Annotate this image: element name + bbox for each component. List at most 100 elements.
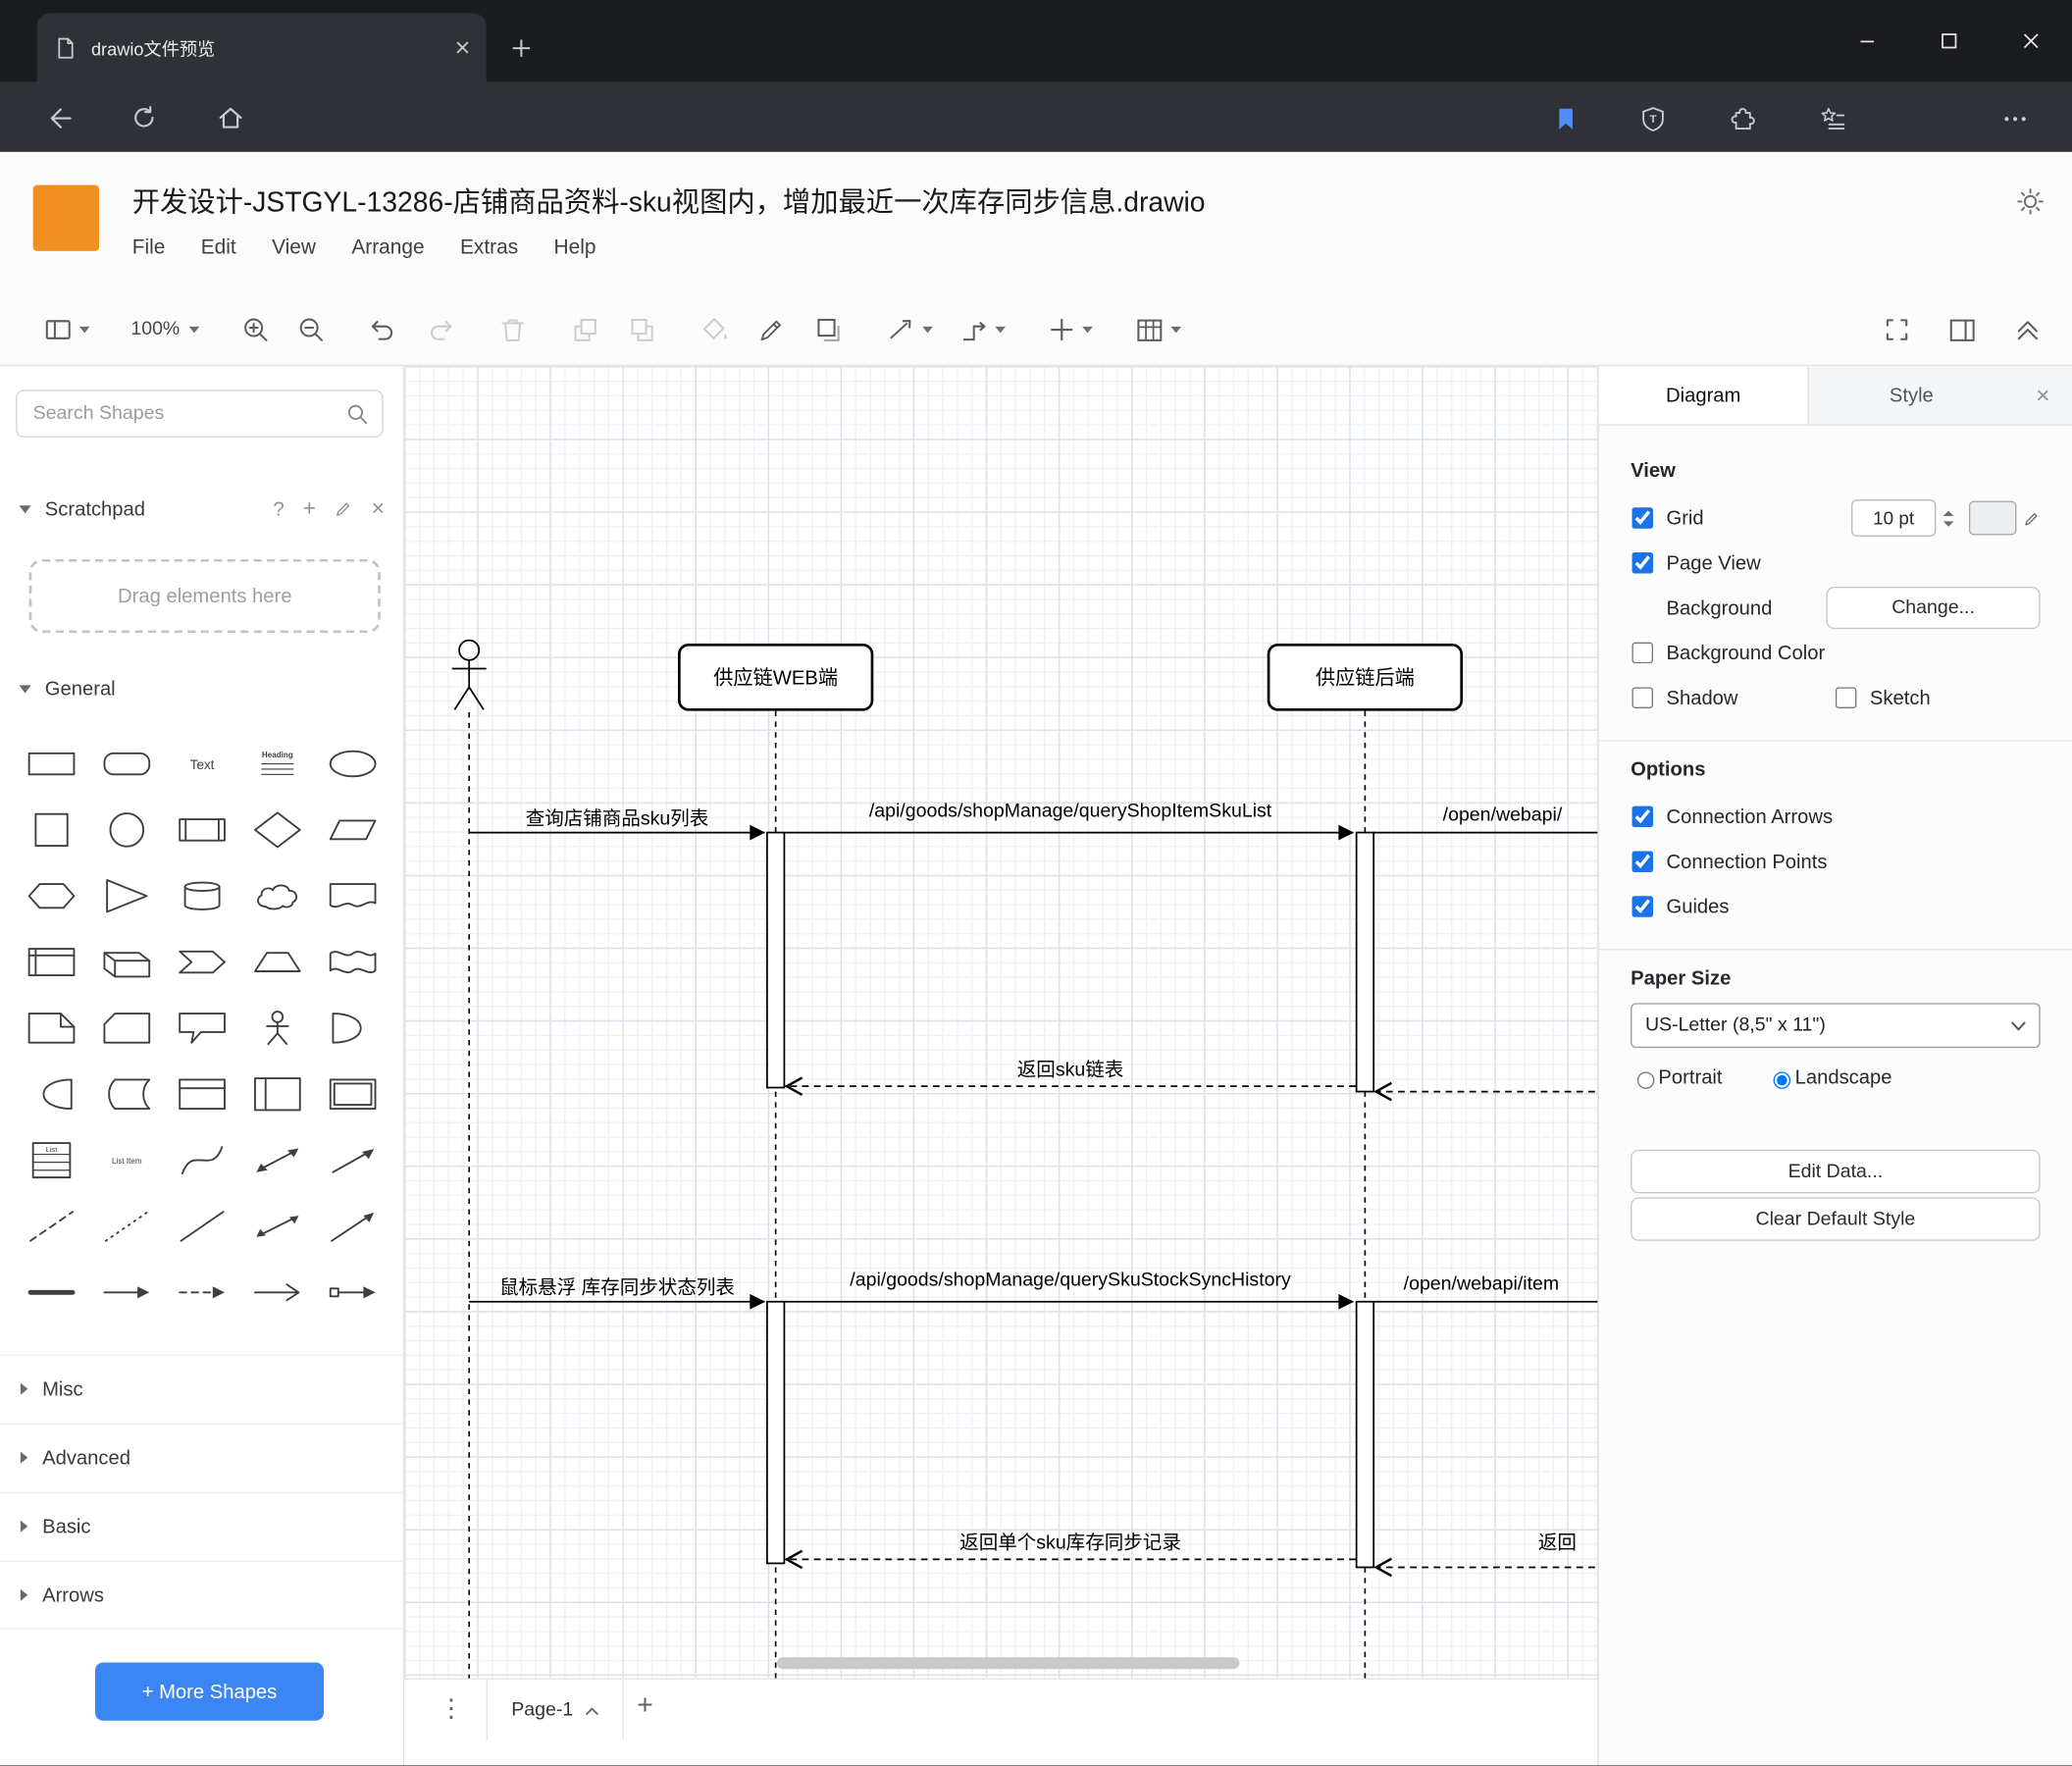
horizontal-scrollbar[interactable] — [777, 1657, 1240, 1670]
shape-dashed-arrow-edge[interactable] — [165, 1260, 240, 1325]
shape-rectangle[interactable] — [13, 731, 88, 797]
undo-button[interactable] — [362, 309, 404, 348]
tab-diagram[interactable]: Diagram — [1598, 366, 1809, 425]
refresh-icon[interactable] — [129, 102, 160, 133]
menu-view[interactable]: View — [272, 236, 316, 260]
shape-ellipse[interactable] — [316, 731, 391, 797]
section-general[interactable]: General — [0, 662, 403, 715]
shape-horizontal-container[interactable] — [316, 1062, 391, 1127]
zoom-level-button[interactable]: 100% — [126, 309, 205, 348]
section-misc[interactable]: Misc — [0, 1354, 403, 1424]
message-label[interactable]: 鼠标悬浮 库存同步状态列表 — [499, 1273, 735, 1300]
shape-list-item[interactable]: List Item — [88, 1127, 164, 1193]
menu-arrange[interactable]: Arrange — [351, 236, 424, 260]
shape-bidirectional-connector[interactable] — [240, 1193, 316, 1259]
shape-circle[interactable] — [88, 797, 164, 862]
guides-checkbox[interactable] — [1632, 896, 1654, 917]
close-window-button[interactable] — [1990, 0, 2072, 82]
shape-bidirectional-arrow[interactable] — [240, 1127, 316, 1193]
shape-parallelogram[interactable] — [316, 797, 391, 862]
section-arrows[interactable]: Arrows — [0, 1560, 403, 1630]
scratchpad-help-icon[interactable]: ? — [274, 497, 285, 520]
view-toggle-button[interactable] — [37, 309, 95, 348]
shape-box-arrow-edge[interactable] — [316, 1260, 391, 1325]
shape-line[interactable] — [165, 1193, 240, 1259]
shape-curve[interactable] — [165, 1127, 240, 1193]
shape-data-storage[interactable] — [88, 1062, 164, 1127]
shape-hexagon[interactable] — [13, 863, 88, 929]
shape-step[interactable] — [165, 929, 240, 995]
connection-style-button[interactable] — [880, 309, 938, 348]
favorites-hub-icon[interactable] — [1816, 102, 1850, 136]
shape-document[interactable] — [316, 863, 391, 929]
message-label[interactable]: 返回 — [1538, 1528, 1577, 1555]
change-background-button[interactable]: Change... — [1826, 587, 2041, 630]
extensions-puzzle-icon[interactable] — [1723, 102, 1757, 136]
fullscreen-button[interactable] — [1877, 310, 1918, 349]
shape-square[interactable] — [13, 797, 88, 862]
shape-cube[interactable] — [88, 929, 164, 995]
bookmark-extension-icon[interactable] — [1549, 102, 1583, 136]
shape-list[interactable]: List — [13, 1127, 88, 1193]
zoom-out-button[interactable] — [290, 309, 332, 348]
message-label[interactable]: /api/goods/shopManage/querySkuStockSyncH… — [850, 1270, 1290, 1291]
more-shapes-button[interactable]: + More Shapes — [94, 1662, 325, 1721]
diagram-canvas[interactable]: 供应链WEB端 供应链后端 查询店铺商品sku列表 /api/goods/sho… — [404, 366, 1598, 1679]
shape-triangle[interactable] — [88, 863, 164, 929]
scratchpad-close-icon[interactable]: × — [372, 495, 385, 522]
shape-cloud[interactable] — [240, 863, 316, 929]
browser-tab[interactable]: drawio文件预览 — [36, 13, 487, 82]
shape-and[interactable] — [13, 1062, 88, 1127]
to-back-button[interactable] — [621, 309, 663, 348]
shape-vertical-container[interactable] — [240, 1062, 316, 1127]
participant-web[interactable]: 供应链WEB端 — [677, 643, 874, 711]
format-panel-toggle-button[interactable] — [1942, 310, 1984, 349]
format-panel-close-icon[interactable]: × — [2013, 366, 2072, 425]
grid-color-edit-icon[interactable] — [2023, 509, 2041, 527]
new-tab-button[interactable] — [502, 29, 540, 67]
shape-arrow[interactable] — [316, 1127, 391, 1193]
message-label[interactable]: /api/goods/shopManage/queryShopItemSkuLi… — [869, 801, 1271, 822]
back-icon[interactable] — [42, 102, 74, 133]
search-input[interactable] — [29, 401, 346, 426]
shape-cylinder[interactable] — [165, 863, 240, 929]
collapse-toolbar-button[interactable] — [2007, 310, 2048, 349]
shape-directional-connector[interactable] — [316, 1193, 391, 1259]
shape-rounded-rectangle[interactable] — [88, 731, 164, 797]
message-label[interactable]: 查询店铺商品sku列表 — [526, 804, 709, 831]
shape-process[interactable] — [165, 797, 240, 862]
shape-actor[interactable] — [240, 995, 316, 1061]
portrait-radio[interactable] — [1636, 1070, 1655, 1089]
shape-callout[interactable] — [165, 995, 240, 1061]
shape-dotted-line[interactable] — [88, 1193, 164, 1259]
tampermonkey-shield-icon[interactable]: T — [1636, 102, 1671, 136]
shape-container[interactable] — [165, 1062, 240, 1127]
portrait-option[interactable]: Portrait — [1631, 1066, 1723, 1089]
page-tab[interactable]: Page-1 — [486, 1679, 624, 1740]
shape-diamond[interactable] — [240, 797, 316, 862]
shape-dashed-line[interactable] — [13, 1193, 88, 1259]
menu-help[interactable]: Help — [554, 236, 596, 260]
shape-internal-storage[interactable] — [13, 929, 88, 995]
grid-checkbox[interactable] — [1632, 507, 1654, 529]
menu-edit[interactable]: Edit — [201, 236, 236, 260]
delete-button[interactable] — [492, 309, 534, 348]
fill-color-button[interactable] — [694, 309, 736, 348]
shape-text[interactable]: Text — [165, 731, 240, 797]
shape-open-arrow-edge[interactable] — [240, 1260, 316, 1325]
shape-trapezoid[interactable] — [240, 929, 316, 995]
edit-data-button[interactable]: Edit Data... — [1631, 1149, 2041, 1194]
participant-backend[interactable]: 供应链后端 — [1267, 643, 1464, 711]
connection-points-checkbox[interactable] — [1632, 851, 1654, 872]
message-label[interactable]: 返回单个sku库存同步记录 — [959, 1528, 1181, 1555]
connection-arrows-checkbox[interactable] — [1632, 805, 1654, 828]
shape-note[interactable] — [13, 995, 88, 1061]
browser-menu-icon[interactable] — [1998, 102, 2033, 136]
shape-arrow-edge[interactable] — [88, 1260, 164, 1325]
shadow-button[interactable] — [807, 309, 850, 348]
pages-menu-icon[interactable]: ⋮ — [439, 1694, 464, 1725]
theme-toggle-icon[interactable] — [2015, 186, 2046, 224]
section-advanced[interactable]: Advanced — [0, 1423, 403, 1492]
page-view-checkbox[interactable] — [1632, 552, 1654, 574]
paper-size-select[interactable]: US-Letter (8,5" x 11") — [1631, 1003, 2041, 1049]
